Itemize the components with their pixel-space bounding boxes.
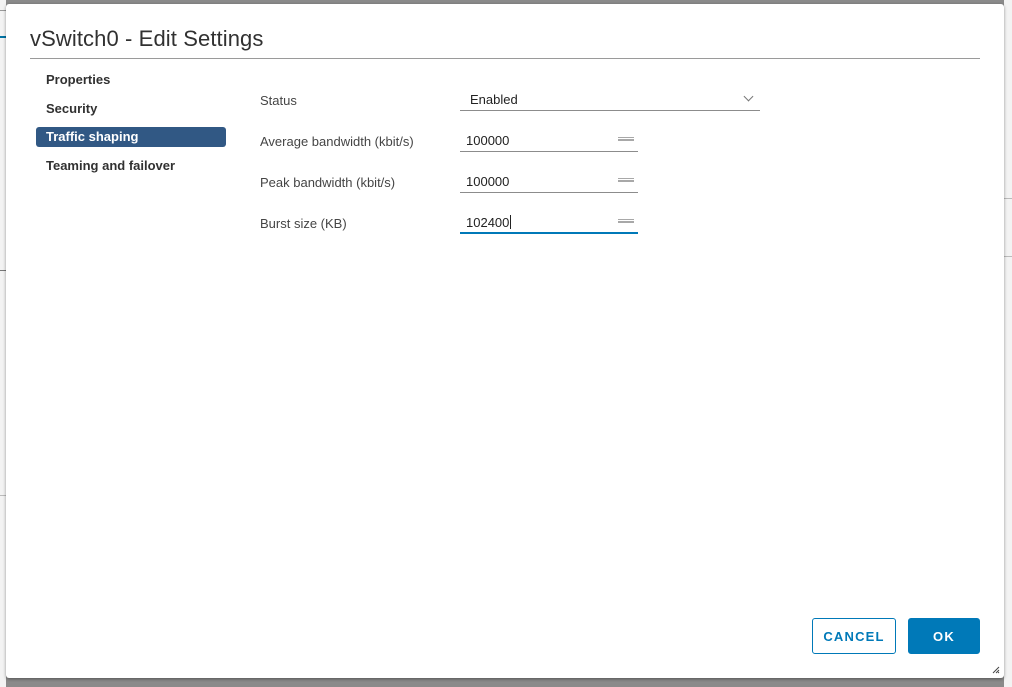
peak-bandwidth-input[interactable]: 100000 (460, 166, 638, 193)
spinner-icon[interactable] (618, 219, 634, 223)
average-bandwidth-input[interactable]: 100000 (460, 125, 638, 152)
nav-item-teaming-and-failover[interactable]: Teaming and failover (36, 156, 226, 176)
dialog-title: vSwitch0 - Edit Settings (30, 26, 264, 51)
status-label: Status (260, 93, 297, 108)
cancel-button[interactable]: CANCEL (812, 618, 896, 654)
peak-bandwidth-row: Peak bandwidth (kbit/s) 100000 (260, 166, 780, 196)
average-bandwidth-value: 100000 (466, 133, 510, 148)
burst-size-input[interactable]: 102400 (460, 207, 638, 234)
chevron-down-icon (743, 91, 754, 102)
average-bandwidth-label: Average bandwidth (kbit/s) (260, 134, 414, 149)
burst-size-value-wrap: 102400 (466, 215, 512, 230)
status-select-value: Enabled (470, 92, 518, 107)
burst-size-row: Burst size (KB) 102400 (260, 207, 780, 237)
background-divider (1004, 256, 1012, 257)
text-caret (510, 215, 512, 229)
settings-nav: Properties Security Traffic shaping Team… (36, 70, 226, 184)
peak-bandwidth-label: Peak bandwidth (kbit/s) (260, 175, 396, 190)
ok-button[interactable]: OK (908, 618, 980, 654)
status-select[interactable]: Enabled (460, 84, 760, 111)
title-divider (30, 58, 980, 59)
peak-bandwidth-value: 100000 (466, 174, 510, 189)
average-bandwidth-row: Average bandwidth (kbit/s) 100000 (260, 125, 780, 155)
nav-item-traffic-shaping[interactable]: Traffic shaping (36, 127, 226, 147)
nav-item-security[interactable]: Security (36, 99, 226, 119)
status-row: Status Enabled (260, 84, 780, 114)
resize-handle-icon[interactable] (992, 666, 1000, 674)
burst-size-label: Burst size (KB) (260, 216, 347, 231)
spinner-icon[interactable] (618, 137, 634, 141)
edit-settings-dialog: vSwitch0 - Edit Settings Properties Secu… (6, 4, 1004, 678)
background-app-right (1004, 0, 1012, 687)
spinner-icon[interactable] (618, 178, 634, 182)
background-divider (1004, 198, 1012, 199)
nav-item-properties[interactable]: Properties (36, 70, 226, 90)
burst-size-value: 102400 (466, 215, 510, 230)
